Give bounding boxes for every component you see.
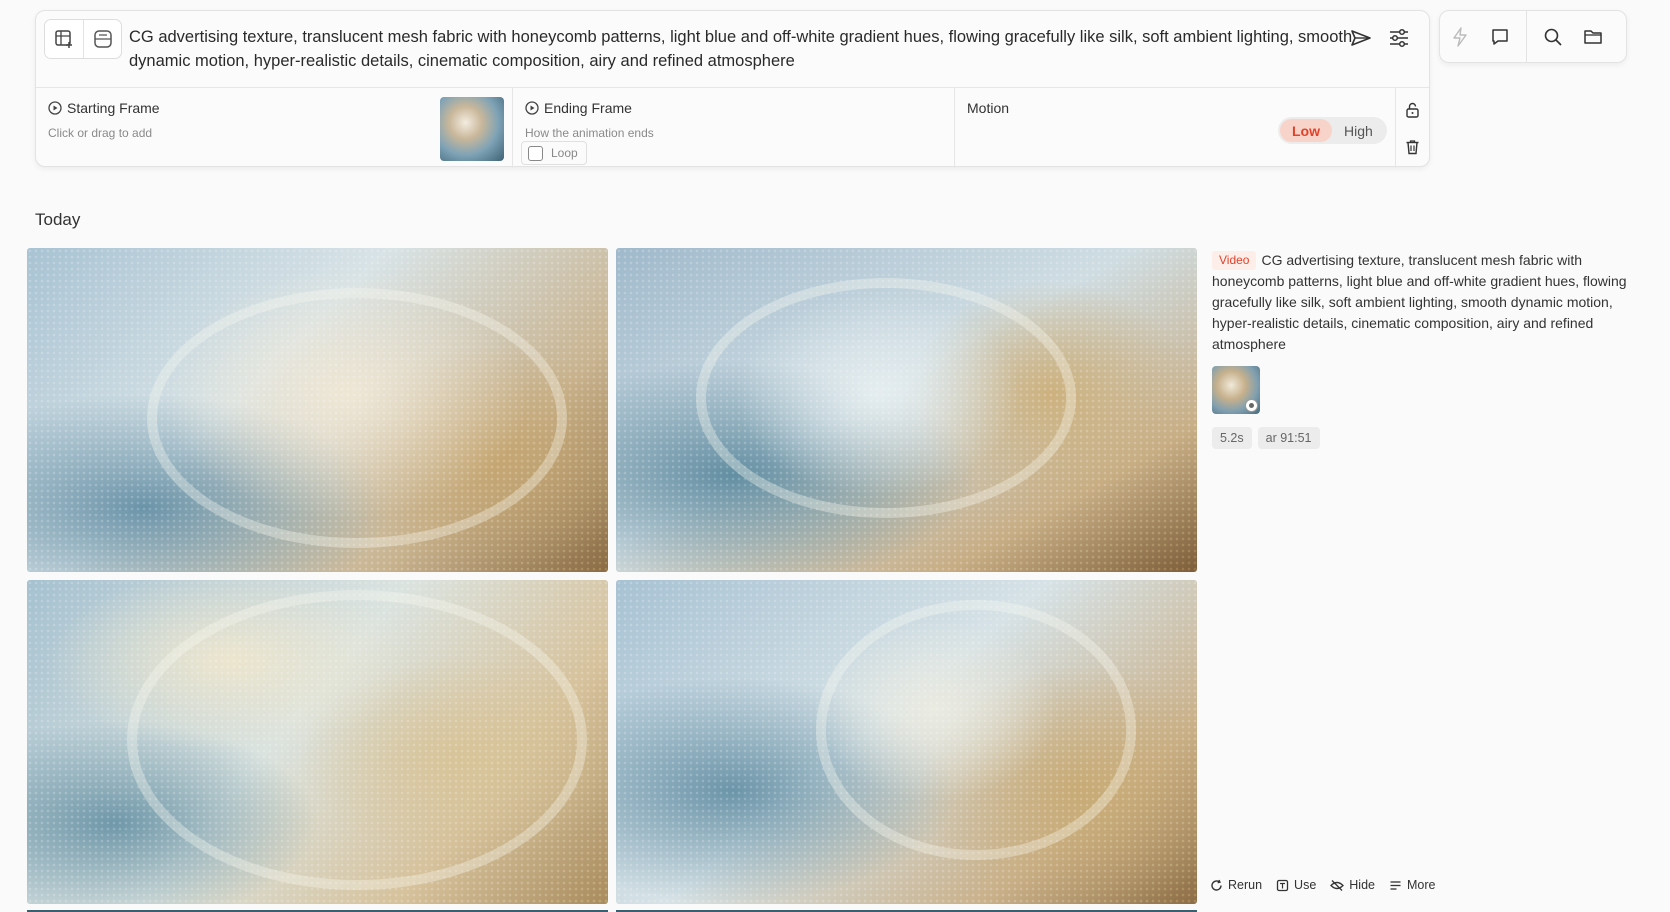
toolbar bbox=[1439, 10, 1627, 63]
starting-frame-thumbnail[interactable] bbox=[440, 97, 504, 161]
eye-off-icon bbox=[1330, 879, 1345, 891]
send-button[interactable] bbox=[1350, 27, 1372, 49]
chat-icon bbox=[1492, 28, 1508, 45]
play-circle-icon bbox=[1245, 399, 1258, 412]
motion-low-option[interactable]: Low bbox=[1280, 119, 1332, 142]
image-mode-button[interactable] bbox=[45, 20, 83, 58]
lightning-icon bbox=[1453, 26, 1467, 47]
more-label: More bbox=[1407, 878, 1436, 892]
ending-frame-hint: How the animation ends bbox=[525, 126, 654, 140]
starting-frame-title: Starting Frame bbox=[67, 100, 160, 116]
result-meta: 5.2s ar 91:51 bbox=[1212, 427, 1320, 449]
result-image-4[interactable] bbox=[616, 580, 1197, 904]
prompt-input[interactable]: CG advertising texture, translucent mesh… bbox=[129, 25, 1359, 73]
ending-frame-slot[interactable]: Ending Frame How the animation ends Loop bbox=[513, 88, 955, 168]
aspect-ratio-chip: ar 91:51 bbox=[1257, 427, 1320, 449]
duration-chip: 5.2s bbox=[1212, 427, 1252, 449]
toolbar-divider bbox=[1526, 10, 1527, 63]
frame-add-icon bbox=[55, 30, 72, 48]
settings-button[interactable] bbox=[1388, 27, 1410, 49]
result-image-1[interactable] bbox=[27, 248, 608, 572]
starting-frame-slot[interactable]: Starting Frame Click or drag to add bbox=[36, 88, 513, 168]
loop-label: Loop bbox=[551, 146, 578, 160]
motion-label: Motion bbox=[967, 100, 1010, 116]
fabric-fold bbox=[147, 288, 567, 548]
result-image-2[interactable] bbox=[616, 248, 1197, 572]
motion-high-option[interactable]: High bbox=[1332, 119, 1385, 142]
motion-setting: Motion Low High bbox=[955, 88, 1396, 168]
composer-side-actions bbox=[1396, 88, 1430, 168]
more-button[interactable]: More bbox=[1389, 878, 1435, 892]
hide-label: Hide bbox=[1349, 878, 1375, 892]
fabric-fold bbox=[127, 590, 587, 890]
video-frame-icon bbox=[93, 30, 112, 48]
starting-frame-hint: Click or drag to add bbox=[48, 126, 153, 140]
use-prompt-icon bbox=[1276, 879, 1289, 891]
ending-frame-label: Ending Frame bbox=[525, 100, 632, 116]
trash-icon bbox=[1406, 140, 1419, 155]
result-source-thumbnail[interactable] bbox=[1212, 366, 1260, 414]
hide-button[interactable]: Hide bbox=[1330, 878, 1375, 892]
rerun-label: Rerun bbox=[1228, 878, 1263, 892]
result-actions: Rerun Use Hide More bbox=[1210, 878, 1435, 892]
unlock-icon bbox=[1406, 102, 1419, 118]
delete-button[interactable] bbox=[1405, 139, 1420, 155]
boost-button[interactable] bbox=[1440, 11, 1480, 62]
starting-frame-label: Starting Frame bbox=[48, 100, 160, 116]
loop-toggle[interactable]: Loop bbox=[521, 141, 587, 165]
result-prompt: CG advertising texture, translucent mesh… bbox=[1212, 252, 1627, 352]
folder-icon bbox=[1584, 29, 1602, 44]
video-badge: Video bbox=[1212, 251, 1257, 270]
prompt-composer: CG advertising texture, translucent mesh… bbox=[35, 10, 1430, 168]
sliders-icon bbox=[1390, 28, 1408, 48]
video-mode-button[interactable] bbox=[83, 20, 121, 58]
motion-toggle[interactable]: Low High bbox=[1278, 117, 1387, 144]
result-description: Video CG advertising texture, translucent… bbox=[1212, 250, 1637, 355]
refresh-icon bbox=[1211, 879, 1222, 891]
result-image-3[interactable] bbox=[27, 580, 608, 904]
fabric-fold bbox=[696, 278, 1076, 518]
menu-lines-icon bbox=[1390, 880, 1401, 890]
folder-button[interactable] bbox=[1573, 11, 1613, 62]
section-title: Today bbox=[35, 210, 81, 229]
mode-switcher bbox=[44, 19, 122, 59]
lock-button[interactable] bbox=[1405, 102, 1420, 118]
search-icon bbox=[1544, 28, 1562, 46]
use-button[interactable]: Use bbox=[1276, 878, 1316, 892]
chat-button[interactable] bbox=[1480, 11, 1520, 62]
loop-checkbox[interactable] bbox=[528, 145, 543, 161]
play-circle-icon bbox=[525, 101, 539, 115]
play-circle-icon bbox=[48, 101, 62, 115]
use-label: Use bbox=[1294, 878, 1317, 892]
search-button[interactable] bbox=[1533, 11, 1573, 62]
send-icon bbox=[1351, 30, 1371, 46]
ending-frame-title: Ending Frame bbox=[544, 100, 632, 116]
rerun-button[interactable]: Rerun bbox=[1210, 878, 1262, 892]
fabric-fold bbox=[816, 600, 1136, 860]
